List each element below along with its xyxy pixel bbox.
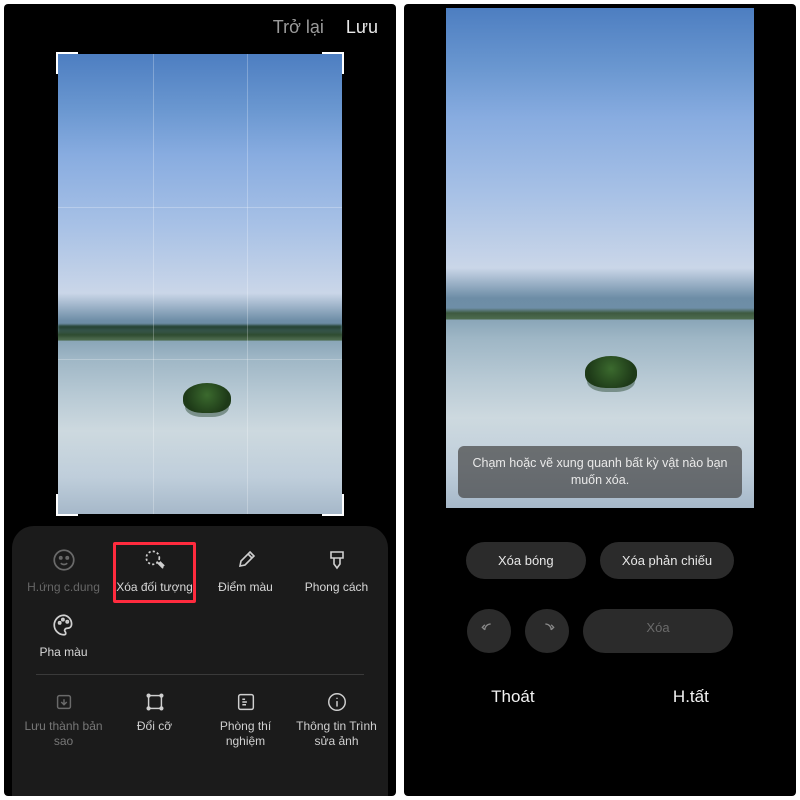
action-label: Đổi cỡ xyxy=(137,719,172,734)
tool-object-eraser[interactable]: Xóa đối tượng xyxy=(109,540,200,605)
brush-icon xyxy=(323,546,351,574)
footer: Thoát H.tất xyxy=(422,687,778,725)
landscape-treeline xyxy=(446,8,754,20)
hint-toast: Chạm hoặc vẽ xung quanh bất kỳ vật nào b… xyxy=(458,446,742,498)
labs-icon xyxy=(233,689,259,715)
crop-grid xyxy=(58,54,342,514)
remove-reflection-button[interactable]: Xóa phản chiếu xyxy=(600,542,734,579)
landscape-bush xyxy=(585,356,637,388)
landscape-bush xyxy=(183,383,231,413)
tool-label: Xóa đối tượng xyxy=(116,580,193,595)
redo-icon xyxy=(537,619,557,644)
done-button[interactable]: H.tất xyxy=(673,687,709,707)
tool-portrait-effect: H.ứng c.dung xyxy=(18,540,109,605)
crop-handle-tr[interactable] xyxy=(322,52,344,74)
save-copy-icon xyxy=(51,689,77,715)
remove-shadow-button[interactable]: Xóa bóng xyxy=(466,542,586,579)
tool-grid: H.ứng c.dung Xóa đối tượng Điểm màu Phon… xyxy=(18,540,382,670)
photo-canvas[interactable]: Chạm hoặc vẽ xung quanh bất kỳ vật nào b… xyxy=(446,8,754,508)
object-eraser-screen: Chạm hoặc vẽ xung quanh bất kỳ vật nào b… xyxy=(404,4,796,796)
tool-label: Phong cách xyxy=(305,580,368,595)
resize-icon xyxy=(142,689,168,715)
eraser-lasso-icon xyxy=(141,546,169,574)
info-icon xyxy=(324,689,350,715)
action-save-copy[interactable]: Lưu thành bản sao xyxy=(18,685,109,753)
tool-label: Điểm màu xyxy=(218,580,273,595)
erase-button[interactable]: Xóa xyxy=(583,609,733,653)
tool-label: Pha màu xyxy=(39,645,87,660)
save-button[interactable]: Lưu xyxy=(346,17,378,38)
palette-icon xyxy=(50,611,78,639)
exit-button[interactable]: Thoát xyxy=(491,687,534,707)
eraser-controls: Xóa bóng Xóa phản chiếu Xóa Thoát H.tất xyxy=(404,508,796,796)
remove-options: Xóa bóng Xóa phản chiếu xyxy=(422,542,778,579)
action-about[interactable]: Thông tin Trình sửa ảnh xyxy=(291,685,382,753)
tool-panel: H.ứng c.dung Xóa đối tượng Điểm màu Phon… xyxy=(12,526,388,796)
redo-button[interactable] xyxy=(525,609,569,653)
face-icon xyxy=(50,546,78,574)
photo-canvas[interactable] xyxy=(58,54,342,514)
back-button[interactable]: Trở lại xyxy=(273,17,324,38)
tool-spot-color[interactable]: Điểm màu xyxy=(200,540,291,605)
undo-button[interactable] xyxy=(467,609,511,653)
action-labs[interactable]: Phòng thí nghiệm xyxy=(200,685,291,753)
undo-icon xyxy=(479,619,499,644)
divider xyxy=(36,674,364,675)
crop-handle-bl[interactable] xyxy=(56,494,78,516)
undo-redo-row: Xóa xyxy=(422,609,778,653)
crop-handle-br[interactable] xyxy=(322,494,344,516)
bottom-toolbar: Lưu thành bản sao Đổi cỡ Phòng thí nghiệ… xyxy=(18,685,382,753)
tool-color-mix[interactable]: Pha màu xyxy=(18,605,109,670)
action-label: Lưu thành bản sao xyxy=(20,719,107,749)
action-resize[interactable]: Đổi cỡ xyxy=(109,685,200,753)
crop-handle-tl[interactable] xyxy=(56,52,78,74)
tool-style[interactable]: Phong cách xyxy=(291,540,382,605)
action-label: Phòng thí nghiệm xyxy=(202,719,289,749)
landscape-treeline xyxy=(58,325,342,337)
edit-screen: Trở lại Lưu H.ứng c.dung Xóa đối tượng xyxy=(4,4,396,796)
tool-label: H.ứng c.dung xyxy=(27,580,100,595)
eyedropper-icon xyxy=(232,546,260,574)
action-label: Thông tin Trình sửa ảnh xyxy=(293,719,380,749)
topbar: Trở lại Lưu xyxy=(4,4,396,50)
